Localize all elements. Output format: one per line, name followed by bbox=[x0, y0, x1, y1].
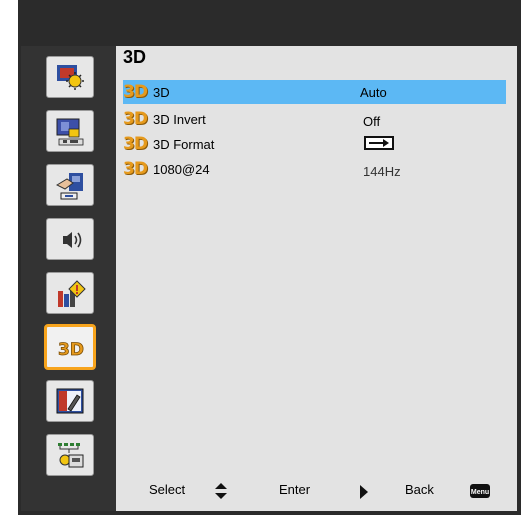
menu-row-1080-24[interactable]: 3D 1080@24 144Hz bbox=[123, 157, 506, 181]
enter-hint-label: Enter bbox=[279, 482, 311, 497]
menu-row-3d[interactable]: 3D 3D Auto bbox=[123, 80, 506, 104]
sidebar-item-audio[interactable] bbox=[46, 218, 94, 260]
menu-row-3d-invert[interactable]: 3D 3D Invert Off bbox=[123, 107, 506, 131]
menu-row-value: 144Hz bbox=[363, 164, 401, 179]
audio-icon bbox=[63, 232, 82, 248]
3d-tag-icon: 3D bbox=[123, 82, 148, 102]
3d-icon: 3D bbox=[58, 340, 85, 361]
display-settings-icon bbox=[56, 118, 84, 146]
menu-row-label: 3D bbox=[153, 85, 170, 100]
3d-tag-icon: 3D bbox=[123, 159, 148, 179]
sidebar-item-lan[interactable] bbox=[46, 434, 94, 476]
3d-tag-icon: 3D bbox=[123, 109, 148, 129]
sidebar-item-color[interactable] bbox=[46, 380, 94, 422]
sidebar-item-display[interactable] bbox=[46, 110, 94, 152]
menu-key-label: Menu bbox=[471, 489, 489, 496]
menu-row-label: 1080@24 bbox=[153, 162, 210, 177]
menu-row-value: Off bbox=[363, 114, 381, 129]
setup-icon bbox=[55, 173, 83, 200]
image-settings-icon bbox=[57, 65, 84, 90]
3d-icon-label: 3D bbox=[58, 340, 84, 360]
sidebar: 3D bbox=[21, 46, 116, 511]
menu-row-value: Auto bbox=[360, 85, 387, 100]
sidebar-item-image[interactable] bbox=[46, 56, 94, 98]
sidebar-item-3d[interactable]: 3D bbox=[44, 324, 96, 370]
menu-row-label: 3D Format bbox=[153, 137, 215, 152]
color-calibration-icon bbox=[56, 388, 84, 414]
sidebar-item-setup[interactable] bbox=[46, 164, 94, 206]
options-icon bbox=[58, 280, 86, 307]
lan-icon bbox=[58, 443, 84, 468]
sidebar-item-options[interactable] bbox=[46, 272, 94, 314]
select-hint-label: Select bbox=[149, 482, 186, 497]
main-panel: 3D 3D 3D Auto 3D 3D Invert Off 3D 3D For… bbox=[116, 46, 517, 511]
page-title: 3D bbox=[123, 47, 147, 67]
footer-hints: Select Enter Back Menu bbox=[116, 476, 517, 506]
up-down-arrows-icon bbox=[215, 483, 227, 499]
menu-key-icon: Menu bbox=[470, 484, 490, 498]
menu-row-3d-format[interactable]: 3D 3D Format bbox=[123, 132, 506, 156]
back-hint-label: Back bbox=[405, 482, 434, 497]
menu-row-label: 3D Invert bbox=[153, 112, 206, 127]
side-by-side-format-icon bbox=[364, 136, 394, 150]
right-arrow-icon bbox=[360, 485, 368, 499]
3d-tag-icon: 3D bbox=[123, 134, 148, 154]
